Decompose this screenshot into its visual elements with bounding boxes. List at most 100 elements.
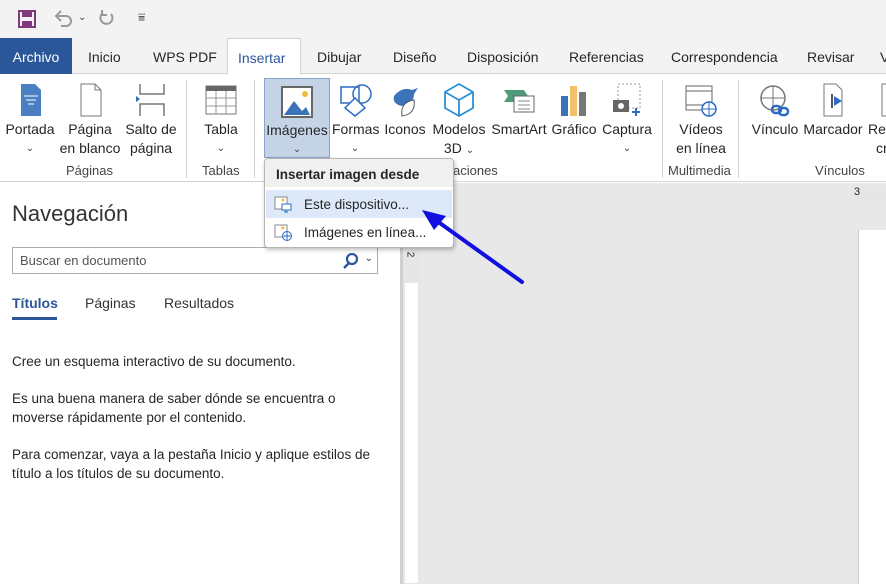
grafico-button[interactable]: Gráfico	[550, 78, 598, 139]
label: SmartArt	[491, 121, 547, 137]
separator	[186, 80, 187, 178]
label: en blanco	[59, 140, 121, 156]
label: 3D	[443, 140, 462, 156]
iconos-button[interactable]: Iconos	[382, 78, 428, 139]
shapes-icon	[340, 84, 372, 117]
tab-referencias[interactable]: Referencias	[559, 38, 654, 74]
redo-icon[interactable]	[97, 9, 115, 27]
link-icon	[760, 85, 790, 117]
search-options-chevron-icon[interactable]: ⌄	[365, 253, 373, 264]
label: Salto de	[125, 121, 177, 137]
active-tab-underline	[12, 317, 57, 320]
referencia-cruzada-button[interactable]: Ref cr	[868, 78, 886, 158]
label: Imágenes	[266, 122, 328, 138]
label: Iconos	[384, 121, 426, 137]
tab-insertar[interactable]: Insertar	[227, 38, 301, 75]
save-icon[interactable]	[18, 10, 36, 28]
label: Vínculo	[751, 121, 799, 137]
tab-disposicion[interactable]: Disposición	[457, 38, 549, 74]
quick-access-toolbar: ⌄ ⩸	[0, 0, 886, 38]
label: Títulos	[12, 295, 58, 311]
label: página	[129, 140, 173, 156]
bookmark-icon	[823, 83, 843, 117]
label: Vídeos	[679, 121, 723, 137]
chart-icon	[561, 86, 586, 116]
smartart-button[interactable]: SmartArt	[490, 78, 548, 139]
nav-tab-paginas[interactable]: Páginas	[85, 295, 136, 311]
tab-wps-pdf[interactable]: WPS PDF	[143, 38, 227, 74]
group-tablas: Tablas	[202, 163, 240, 178]
tab-archivo[interactable]: Archivo	[0, 38, 72, 74]
search-placeholder: Buscar en documento	[20, 253, 147, 268]
label: Imágenes en línea...	[304, 225, 427, 240]
chevron-down-icon: ⌄	[216, 143, 226, 154]
screenshot-icon	[613, 83, 641, 116]
undo-icon[interactable]	[54, 10, 74, 28]
group-multimedia: Multimedia	[668, 163, 731, 178]
icons-icon	[393, 88, 418, 117]
separator	[254, 80, 255, 178]
search-input[interactable]: Buscar en documento ⌄	[12, 247, 378, 274]
device-picture-icon	[274, 196, 292, 213]
label: Portada	[5, 121, 55, 137]
picture-icon	[281, 86, 313, 118]
undo-dropdown-icon[interactable]: ⌄	[78, 12, 86, 23]
formas-button[interactable]: Formas ⌄	[332, 78, 380, 158]
separator	[738, 80, 739, 178]
portada-button[interactable]: Portada ⌄	[4, 78, 56, 158]
label: Captura	[602, 121, 652, 137]
group-paginas: Páginas	[66, 163, 113, 178]
tab-inicio[interactable]: Inicio	[78, 38, 131, 74]
label: Modelos	[432, 121, 486, 137]
label: Este dispositivo...	[304, 197, 410, 212]
label: Tabla	[204, 121, 238, 137]
label: Ref	[868, 121, 886, 137]
label: Formas	[332, 121, 380, 137]
annotation-arrow	[422, 210, 524, 284]
modelos-3d-button[interactable]: Modelos 3D ⌄	[430, 78, 488, 160]
horizontal-ruler: 3	[850, 186, 886, 200]
chevron-down-icon: ⌄	[292, 144, 302, 155]
document-page[interactable]	[858, 230, 886, 584]
nav-help-text-3: Para comenzar, vaya a la pestaña Inicio …	[12, 447, 370, 481]
tab-vista[interactable]: V	[870, 38, 886, 74]
pagina-en-blanco-button[interactable]: Página en blanco	[58, 78, 122, 158]
cover-page-icon	[21, 84, 41, 116]
marcador-button[interactable]: Marcador	[802, 78, 864, 139]
label: en línea	[676, 140, 726, 156]
chevron-down-icon: ⌄	[25, 143, 35, 154]
captura-button[interactable]: Captura ⌄	[600, 78, 654, 158]
salto-de-pagina-button[interactable]: Salto de página	[124, 78, 178, 158]
online-picture-icon	[274, 224, 292, 241]
group-vinculos: Vínculos	[815, 163, 865, 178]
ruler-mark: 3	[854, 186, 861, 198]
menu-header: Insertar imagen desde	[265, 159, 453, 187]
group-ilustraciones: aciones	[453, 163, 498, 178]
table-icon	[205, 85, 237, 115]
chevron-down-icon: ⌄	[465, 145, 475, 156]
cross-reference-icon	[881, 83, 886, 117]
chevron-down-icon: ⌄	[350, 143, 360, 154]
nav-tab-titulos[interactable]: Títulos	[12, 295, 58, 320]
tab-revisar[interactable]: Revisar	[797, 38, 864, 74]
3d-cube-icon	[444, 82, 474, 118]
nav-tab-resultados[interactable]: Resultados	[164, 295, 234, 311]
vinculo-button[interactable]: Vínculo	[750, 78, 800, 139]
tab-correspondencia[interactable]: Correspondencia	[661, 38, 788, 74]
search-icon[interactable]	[343, 253, 359, 269]
customize-icon[interactable]: ⩸	[138, 10, 145, 25]
videos-en-linea-button[interactable]: Vídeos en línea	[670, 78, 732, 158]
navigation-title: Navegación	[12, 201, 129, 226]
tab-diseno[interactable]: Diseño	[383, 38, 447, 74]
tabla-button[interactable]: Tabla ⌄	[198, 78, 244, 158]
nav-help-text-1: Cree un esquema interactivo de su docume…	[12, 354, 296, 369]
tab-dibujar[interactable]: Dibujar	[307, 38, 371, 74]
ribbon-tabs: Archivo Inicio WPS PDF Insertar Dibujar …	[0, 38, 886, 75]
smartart-icon	[504, 90, 535, 113]
imagenes-button[interactable]: Imágenes ⌄	[264, 78, 330, 158]
label: Página	[68, 121, 112, 137]
online-video-icon	[685, 85, 717, 117]
chevron-down-icon: ⌄	[622, 143, 632, 154]
vertical-ruler: 2	[403, 243, 420, 584]
label: Gráfico	[551, 121, 597, 137]
